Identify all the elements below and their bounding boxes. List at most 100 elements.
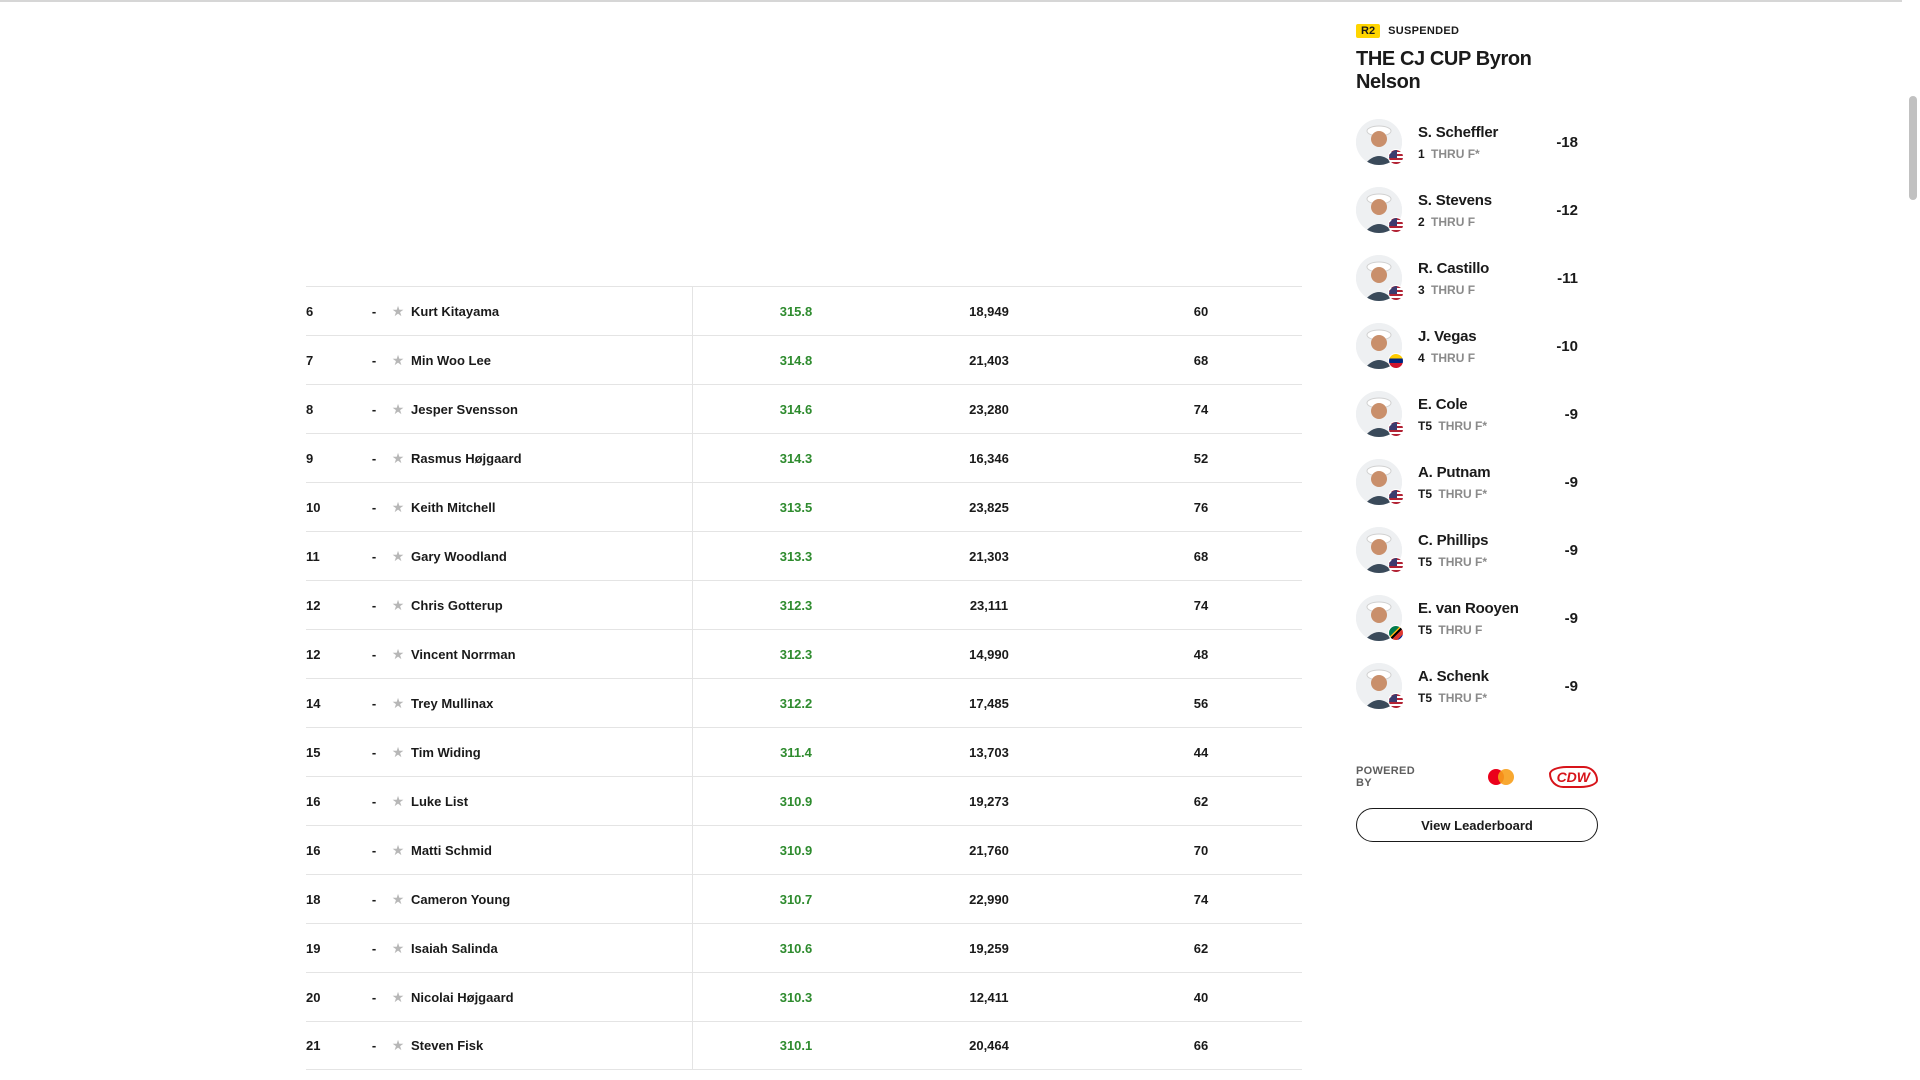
player-score: -9 bbox=[1564, 405, 1578, 423]
table-row[interactable]: 16 - ★ Luke List 310.9 19,273 62 bbox=[306, 776, 1302, 825]
player-name[interactable]: Rasmus Højgaard bbox=[411, 451, 691, 466]
movement-cell: - bbox=[371, 450, 377, 466]
movement-cell: - bbox=[371, 1038, 377, 1053]
total-distance-cell: 16,346 bbox=[969, 450, 1009, 466]
leaderboard-player[interactable]: R. Castillo 3 THRU F -11 bbox=[1356, 244, 1598, 312]
movement-cell: - bbox=[371, 891, 377, 907]
player-name[interactable]: Nicolai Højgaard bbox=[411, 990, 691, 1005]
table-row[interactable]: 11 - ★ Gary Woodland 313.3 21,303 68 bbox=[306, 531, 1302, 580]
player-name[interactable]: Jesper Svensson bbox=[411, 402, 691, 417]
table-row[interactable]: 8 - ★ Jesper Svensson 314.6 23,280 74 bbox=[306, 384, 1302, 433]
table-row[interactable]: 19 - ★ Isaiah Salinda 310.6 19,259 62 bbox=[306, 923, 1302, 972]
star-icon[interactable]: ★ bbox=[390, 401, 406, 418]
country-flag-icon bbox=[1388, 421, 1404, 437]
leaderboard-player[interactable]: J. Vegas 4 THRU F -10 bbox=[1356, 312, 1598, 380]
total-drives-cell: 52 bbox=[1193, 450, 1209, 466]
total-distance-cell: 18,949 bbox=[969, 303, 1009, 319]
leaderboard-player[interactable]: A. Schenk T5 THRU F* -9 bbox=[1356, 652, 1598, 720]
column-divider bbox=[692, 1022, 693, 1069]
tournament-title[interactable]: THE CJ CUP Byron Nelson bbox=[1356, 48, 1598, 94]
player-avatar bbox=[1356, 323, 1404, 369]
star-icon[interactable]: ★ bbox=[390, 695, 406, 712]
column-divider bbox=[692, 287, 693, 335]
position-cell: 11 bbox=[306, 548, 320, 564]
column-divider bbox=[692, 679, 693, 727]
cdw-logo: CDW bbox=[1548, 766, 1598, 788]
thru-label: THRU bbox=[1431, 282, 1465, 297]
player-name[interactable]: Kurt Kitayama bbox=[411, 304, 691, 319]
player-score: -18 bbox=[1556, 133, 1578, 151]
player-name[interactable]: Matti Schmid bbox=[411, 843, 691, 858]
leaderboard-player[interactable]: S. Scheffler 1 THRU F* -18 bbox=[1356, 108, 1598, 176]
total-drives-cell: 66 bbox=[1193, 1038, 1209, 1053]
total-distance-cell: 17,485 bbox=[969, 695, 1009, 711]
player-name[interactable]: Chris Gotterup bbox=[411, 598, 691, 613]
total-drives-cell: 74 bbox=[1193, 597, 1209, 613]
player-name[interactable]: Vincent Norrman bbox=[411, 647, 691, 662]
column-divider bbox=[692, 826, 693, 874]
leaderboard-player[interactable]: E. van Rooyen T5 THRU F -9 bbox=[1356, 584, 1598, 652]
country-flag-icon bbox=[1388, 625, 1404, 641]
player-name[interactable]: Min Woo Lee bbox=[411, 353, 691, 368]
table-row[interactable]: 7 - ★ Min Woo Lee 314.8 21,403 68 bbox=[306, 335, 1302, 384]
table-row[interactable]: 18 - ★ Cameron Young 310.7 22,990 74 bbox=[306, 874, 1302, 923]
star-icon[interactable]: ★ bbox=[390, 450, 406, 467]
star-icon[interactable]: ★ bbox=[390, 1037, 406, 1054]
column-divider bbox=[692, 875, 693, 923]
star-icon[interactable]: ★ bbox=[390, 646, 406, 663]
column-divider bbox=[692, 630, 693, 678]
average-cell: 310.3 bbox=[779, 989, 813, 1005]
player-name[interactable]: Isaiah Salinda bbox=[411, 941, 691, 956]
star-icon[interactable]: ★ bbox=[390, 940, 406, 957]
position-cell: 16 bbox=[306, 793, 321, 809]
thru-value: F* bbox=[1475, 554, 1488, 569]
table-row[interactable]: 14 - ★ Trey Mullinax 312.2 17,485 56 bbox=[306, 678, 1302, 727]
star-icon[interactable]: ★ bbox=[390, 793, 406, 810]
star-icon[interactable]: ★ bbox=[390, 842, 406, 859]
player-name[interactable]: Trey Mullinax bbox=[411, 696, 691, 711]
leaderboard-player[interactable]: C. Phillips T5 THRU F* -9 bbox=[1356, 516, 1598, 584]
star-icon[interactable]: ★ bbox=[390, 744, 406, 761]
table-row[interactable]: 12 - ★ Chris Gotterup 312.3 23,111 74 bbox=[306, 580, 1302, 629]
leaderboard-player[interactable]: E. Cole T5 THRU F* -9 bbox=[1356, 380, 1598, 448]
player-name[interactable]: Steven Fisk bbox=[411, 1038, 691, 1053]
thru-label: THRU bbox=[1438, 486, 1472, 501]
star-icon[interactable]: ★ bbox=[390, 352, 406, 369]
star-icon[interactable]: ★ bbox=[390, 891, 406, 908]
star-icon[interactable]: ★ bbox=[390, 597, 406, 614]
average-cell: 310.7 bbox=[779, 891, 813, 907]
position-cell: 12 bbox=[306, 597, 321, 613]
leaderboard-player[interactable]: A. Putnam T5 THRU F* -9 bbox=[1356, 448, 1598, 516]
player-name[interactable]: Gary Woodland bbox=[411, 549, 691, 564]
player-name[interactable]: Tim Widing bbox=[411, 745, 691, 760]
position-cell: 15 bbox=[306, 744, 321, 760]
player-position: T5 bbox=[1418, 418, 1433, 433]
table-row[interactable]: 6 - ★ Kurt Kitayama 315.8 18,949 60 bbox=[306, 286, 1302, 335]
scrollbar-thumb[interactable] bbox=[1909, 96, 1917, 200]
table-row[interactable]: 15 - ★ Tim Widing 311.4 13,703 44 bbox=[306, 727, 1302, 776]
player-position: 3 bbox=[1418, 282, 1425, 297]
position-cell: 7 bbox=[306, 352, 314, 368]
table-row[interactable]: 20 - ★ Nicolai Højgaard 310.3 12,411 40 bbox=[306, 972, 1302, 1021]
star-icon[interactable]: ★ bbox=[390, 548, 406, 565]
country-flag-icon bbox=[1388, 489, 1404, 505]
player-name[interactable]: Keith Mitchell bbox=[411, 500, 691, 515]
country-flag-icon bbox=[1388, 217, 1404, 233]
table-row[interactable]: 9 - ★ Rasmus Højgaard 314.3 16,346 52 bbox=[306, 433, 1302, 482]
star-icon[interactable]: ★ bbox=[390, 499, 406, 516]
total-distance-cell: 12,411 bbox=[969, 989, 1009, 1005]
star-icon[interactable]: ★ bbox=[390, 303, 406, 320]
player-name[interactable]: Luke List bbox=[411, 794, 691, 809]
total-drives-cell: 56 bbox=[1193, 695, 1209, 711]
player-name[interactable]: Cameron Young bbox=[411, 892, 691, 907]
table-row[interactable]: 10 - ★ Keith Mitchell 313.5 23,825 76 bbox=[306, 482, 1302, 531]
thru-value: F* bbox=[1467, 146, 1480, 161]
star-icon[interactable]: ★ bbox=[390, 989, 406, 1006]
table-row[interactable]: 12 - ★ Vincent Norrman 312.3 14,990 48 bbox=[306, 629, 1302, 678]
view-leaderboard-button[interactable]: View Leaderboard bbox=[1356, 808, 1598, 842]
table-row[interactable]: 16 - ★ Matti Schmid 310.9 21,760 70 bbox=[306, 825, 1302, 874]
average-cell: 310.6 bbox=[779, 940, 813, 956]
player-score: -12 bbox=[1556, 201, 1578, 219]
table-row[interactable]: 21 - ★ Steven Fisk 310.1 20,464 66 bbox=[306, 1021, 1302, 1070]
leaderboard-player[interactable]: S. Stevens 2 THRU F -12 bbox=[1356, 176, 1598, 244]
